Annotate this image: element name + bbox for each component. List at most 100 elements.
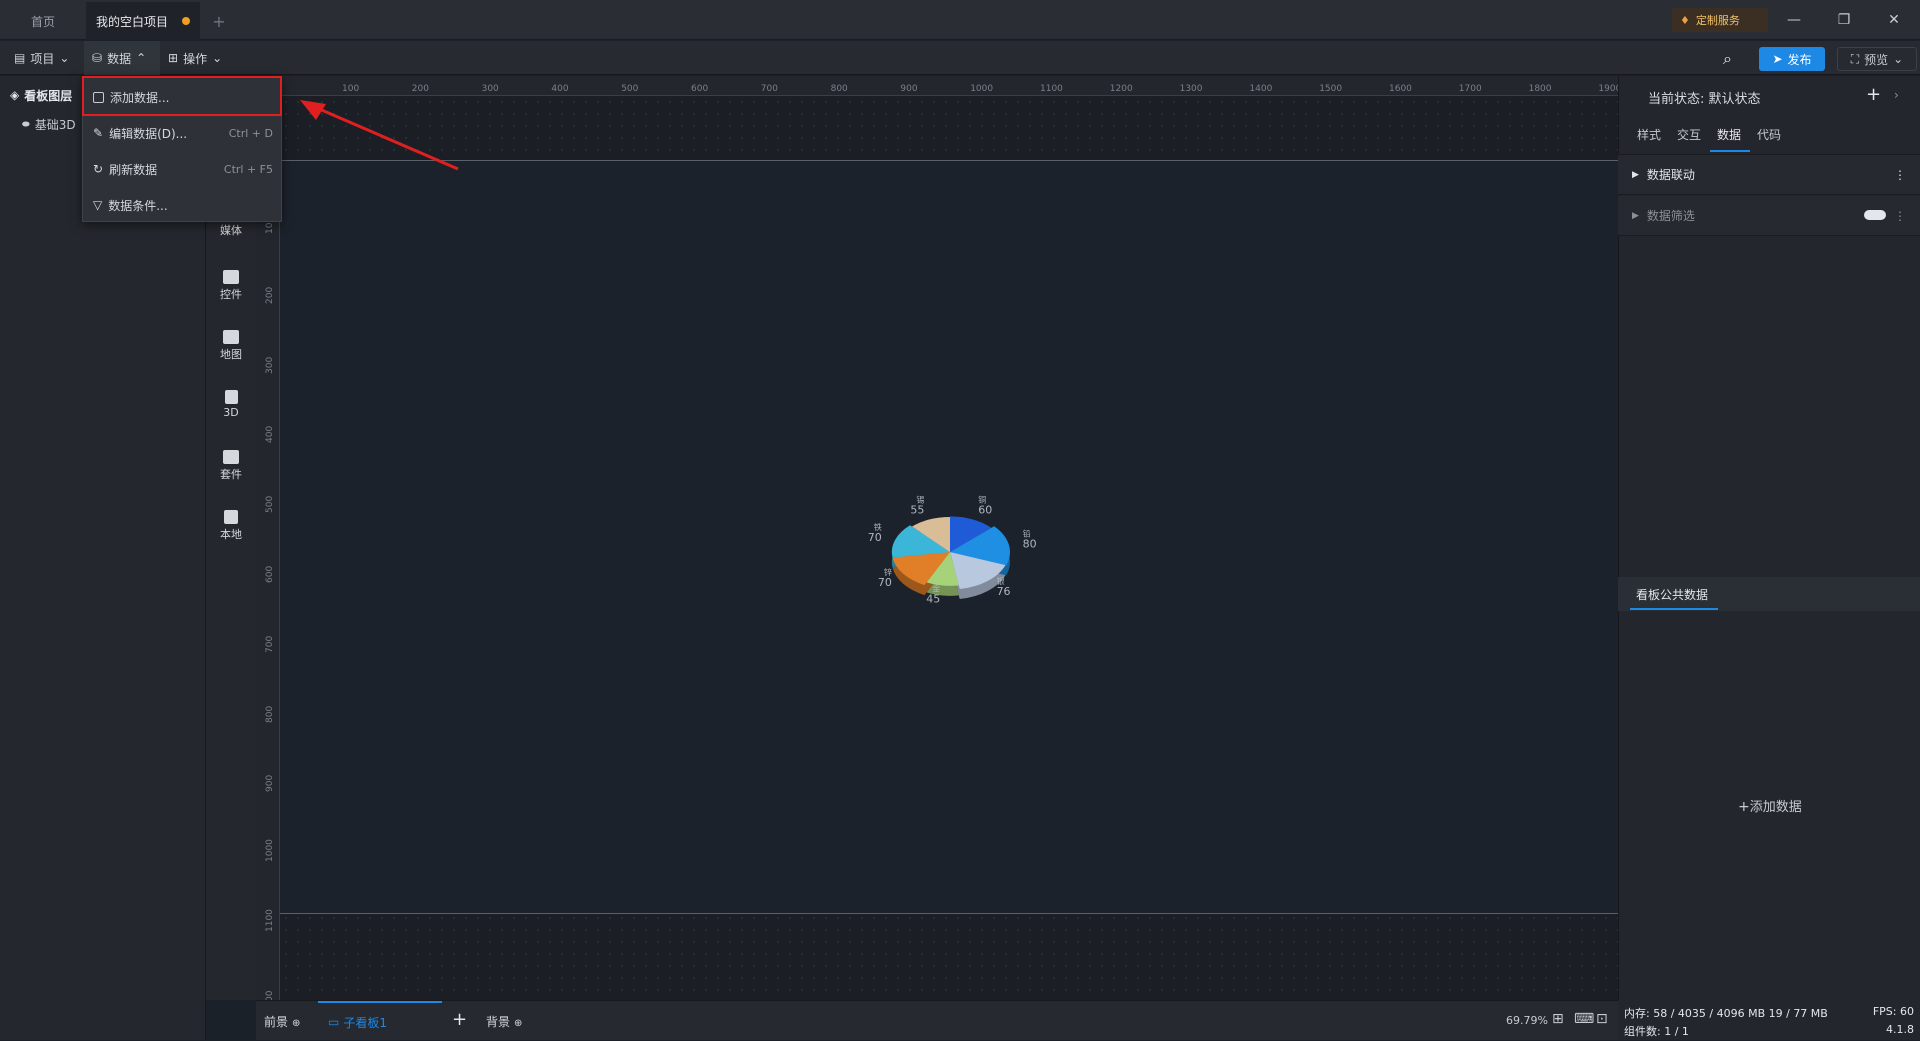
ruler-tick-label: 1500 [1319,84,1343,94]
more-icon[interactable]: ⋮ [1894,168,1906,182]
sidebar-item-label: 控件 [220,288,242,301]
add-circle-icon[interactable]: ⊕ [292,1018,300,1029]
ruler-tick-label: 1200 [1109,84,1133,94]
sidebar-item-media[interactable]: 媒体 [206,222,256,238]
zoom-level[interactable]: 69.79% [1506,1014,1548,1027]
restore-button[interactable]: ❐ [1830,6,1858,34]
tab-project[interactable]: 我的空白项目 [86,2,200,40]
sidebar-item-kit[interactable]: 套件 [206,450,256,482]
ruler-tick-label: 1100 [265,909,275,932]
custom-service-label: 定制服务 [1695,14,1740,27]
filter-toggle[interactable] [1864,210,1886,220]
file-icon: ▤ [14,51,26,65]
add-data-label: 添加数据 [1749,800,1802,815]
map-icon [223,330,239,344]
sidebar-item-local[interactable]: 本地 [206,510,256,542]
pie-chart[interactable]: 铜60铅80银76金45锌70铁70锡55 [840,490,1080,630]
control-icon [223,270,239,284]
current-state: 当前状态: 默认状态 [1648,88,1761,107]
menu-data[interactable]: ⛁ 数据 ⌃ [84,41,160,75]
menu-item-shortcut: Ctrl + D [228,126,273,140]
minimize-button[interactable]: — [1780,6,1808,34]
sub-board-tab[interactable]: ▭ 子看板1 [318,1001,442,1041]
chevron-right-icon[interactable]: › [1894,88,1899,102]
menu-item-data-condition[interactable]: ▽ 数据条件... [83,187,283,223]
foreground-tab[interactable]: 前景 ⊕ [264,1013,300,1030]
publish-button[interactable]: ➤ 发布 [1759,47,1825,71]
ruler-left: 100 200 300 400 500 600 700 800 900 1000 1100 00 [256,96,280,1000]
pie-value-label: 60 [978,503,992,516]
section-label: 数据联动 [1646,168,1695,182]
ruler-tick-label: 600 [265,565,275,583]
menu-label: 数据 [107,51,132,66]
pie-value-label: 76 [997,585,1011,598]
highlight-box [82,76,282,116]
tab-code[interactable]: 代码 [1757,126,1781,143]
pie-layer-icon: ⬬ [22,119,30,130]
foreground-label: 前景 [264,1015,289,1029]
background-tab[interactable]: 背景 ⊕ [486,1013,522,1030]
sidebar-item-control[interactable]: 控件 [206,270,256,302]
preview-button[interactable]: ⛶ 预览 ⌄ [1837,47,1917,71]
terminal-icon[interactable]: ⊡ [1596,1011,1608,1027]
monitor-icon: ▭ [328,1015,340,1029]
tab-underline [1710,150,1750,152]
tab-interaction[interactable]: 交互 [1677,126,1701,143]
add-state-icon[interactable]: + [1866,84,1881,105]
plus-icon: + [1738,799,1750,815]
layer-item[interactable]: ⬬ 基础3D [22,116,76,133]
title-bar: 首页 我的空白项目 + ♦ 定制服务 — ❐ ✕ [0,0,1920,40]
preview-label: 预览 [1864,52,1889,67]
ruler-tick-label: 700 [760,84,778,94]
fit-screen-icon[interactable]: ⊞ [1552,1011,1564,1027]
ruler-tick-label: 1000 [265,839,275,863]
tab-underline [1630,608,1718,610]
fullscreen-icon: ⛶ [1850,51,1860,66]
ruler-tick-label: 200 [411,84,429,94]
pie-value-label: 70 [878,576,892,589]
close-button[interactable]: ✕ [1880,6,1908,34]
ruler-tick-label: 600 [691,84,709,94]
sidebar-item-map[interactable]: 地图 [206,330,256,362]
background-label: 背景 [486,1015,511,1029]
more-icon[interactable]: ⋮ [1894,209,1906,223]
sidebar-item-3d[interactable]: 3D [206,390,256,419]
tab-style[interactable]: 样式 [1637,126,1661,143]
ruler-tick-label: 200 [265,286,275,304]
sidebar-item-label: 地图 [220,348,242,361]
chevron-down-icon: ⌄ [59,51,70,65]
custom-service-button[interactable]: ♦ 定制服务 [1672,8,1768,32]
add-circle-icon[interactable]: ⊕ [514,1018,522,1029]
search-icon[interactable]: ⌕ [1723,49,1732,69]
grid-icon: ⊞ [168,51,179,65]
edit-icon: ✎ [93,126,104,140]
ruler-tick-label: 800 [265,705,275,723]
tab-label: 首页 [30,14,55,29]
pie-value-label: 70 [868,531,882,544]
add-board-button[interactable]: + [452,1009,467,1030]
public-data-tab[interactable]: 看板公共数据 [1618,577,1920,611]
menu-operate[interactable]: ⊞ 操作 ⌄ [166,41,240,75]
ruler-tick-label: 1000 [970,84,994,94]
tab-data[interactable]: 数据 [1717,126,1741,143]
ruler-tick-label: 300 [481,84,499,94]
ruler-tick-label: 1900 [1598,84,1618,94]
diamond-icon: ♦ [1680,13,1690,27]
section-data-linkage[interactable]: ▶ 数据联动 ⋮ [1618,155,1920,195]
keyboard-icon[interactable]: ⌨ [1574,1011,1594,1027]
layers-header[interactable]: ◈ 看板图层 [0,80,82,110]
menu-item-edit-data[interactable]: ✎ 编辑数据(D)... Ctrl + D [83,115,283,151]
ruler-tick-label: 700 [265,635,275,653]
menu-project[interactable]: ▤ 项目 ⌄ [12,41,80,75]
menu-item-refresh-data[interactable]: ↻ 刷新数据 Ctrl + F5 [83,151,283,187]
cube-icon [224,390,238,404]
tab-home[interactable]: 首页 [0,2,86,40]
ruler-tick-label: 500 [265,496,275,514]
menu-item-shortcut: Ctrl + F5 [223,162,273,176]
add-data-button[interactable]: +添加数据 [1738,796,1802,815]
add-tab-button[interactable]: + [204,2,234,40]
ruler-tick-label: 400 [265,426,275,444]
kit-icon [223,450,239,464]
pie-value-label: 80 [1023,537,1037,550]
state-value[interactable]: 默认状态 [1709,92,1761,107]
